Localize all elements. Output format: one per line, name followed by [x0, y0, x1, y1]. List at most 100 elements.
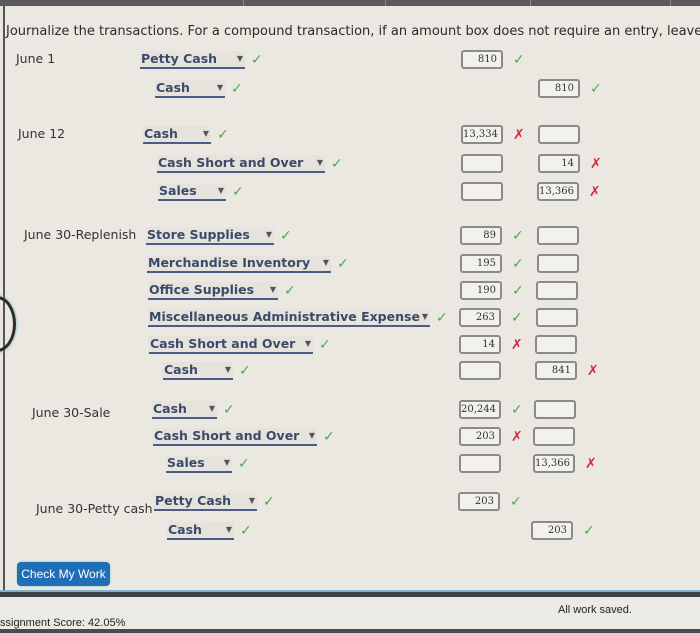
- entry-date: June 30-Petty cash: [36, 501, 153, 516]
- check-icon: ✓: [239, 363, 251, 379]
- debit-input[interactable]: 89: [460, 226, 502, 245]
- debit-input[interactable]: 190: [460, 281, 502, 300]
- chevron-down-icon: ▼: [202, 129, 209, 138]
- x-icon: ✗: [585, 456, 597, 472]
- debit-input[interactable]: [459, 454, 501, 473]
- account-name: Cash Short and Over: [150, 336, 296, 351]
- x-icon: ✗: [511, 429, 523, 445]
- check-icon: ✓: [590, 81, 602, 97]
- entry-date: June 30-Sale: [32, 405, 111, 420]
- check-icon: ✓: [263, 494, 275, 510]
- credit-input[interactable]: [537, 226, 579, 245]
- debit-input[interactable]: 263: [459, 308, 501, 327]
- assignment-score: ssignment Score: 42.05%: [0, 617, 126, 629]
- debit-input[interactable]: 203: [458, 492, 500, 511]
- check-icon: ✓: [512, 283, 524, 299]
- save-status: All work saved.: [558, 604, 632, 616]
- x-icon: ✗: [511, 337, 523, 353]
- check-icon: ✓: [323, 429, 335, 445]
- check-icon: ✓: [583, 523, 595, 539]
- chevron-down-icon: ▼: [236, 54, 243, 63]
- account-dropdown[interactable]: Cash ▼: [155, 80, 225, 98]
- x-icon: ✗: [590, 156, 602, 172]
- account-name: Cash: [156, 80, 190, 95]
- account-dropdown[interactable]: Sales ▼: [158, 183, 226, 201]
- check-icon: ✓: [238, 456, 250, 472]
- account-name: Cash Short and Over: [154, 428, 300, 443]
- account-dropdown[interactable]: Cash Short and Over ▼: [157, 155, 325, 173]
- account-name: Cash: [153, 401, 187, 416]
- account-dropdown[interactable]: Cash ▼: [163, 362, 233, 380]
- check-icon: ✓: [240, 523, 252, 539]
- debit-input[interactable]: 14: [459, 335, 501, 354]
- credit-input[interactable]: [537, 254, 579, 273]
- account-name: Petty Cash: [155, 493, 232, 508]
- credit-input[interactable]: 841: [535, 361, 577, 380]
- account-name: Miscellaneous Administrative Expense: [149, 309, 420, 324]
- check-icon: ✓: [331, 156, 343, 172]
- check-icon: ✓: [231, 81, 243, 97]
- debit-input[interactable]: [459, 361, 501, 380]
- chevron-down-icon: ▼: [421, 312, 428, 321]
- x-icon: ✗: [513, 127, 525, 143]
- account-name: Sales: [159, 183, 197, 198]
- account-dropdown[interactable]: Miscellaneous Administrative Expense ▼: [148, 309, 430, 327]
- credit-input[interactable]: [534, 400, 576, 419]
- check-icon: ✓: [512, 256, 524, 272]
- chevron-down-icon: ▼: [269, 285, 276, 294]
- account-dropdown[interactable]: Cash ▼: [143, 126, 211, 144]
- chevron-down-icon: ▼: [316, 158, 323, 167]
- account-name: Merchandise Inventory: [148, 255, 311, 270]
- chevron-down-icon: ▼: [223, 458, 230, 467]
- entry-date: June 12: [18, 126, 66, 141]
- account-dropdown[interactable]: Office Supplies ▼: [148, 282, 278, 300]
- account-name: Cash Short and Over: [158, 155, 304, 170]
- taskbar-strip: [0, 629, 700, 633]
- account-dropdown[interactable]: Sales ▼: [166, 455, 232, 473]
- check-icon: ✓: [319, 337, 331, 353]
- check-icon: ✓: [512, 228, 524, 244]
- check-icon: ✓: [436, 310, 448, 326]
- debit-input[interactable]: [461, 154, 503, 173]
- credit-input[interactable]: 13,366: [537, 182, 579, 201]
- debit-input[interactable]: 810: [461, 50, 503, 69]
- account-dropdown[interactable]: Petty Cash ▼: [140, 51, 245, 69]
- account-name: Cash: [168, 522, 202, 537]
- credit-input[interactable]: 13,366: [533, 454, 575, 473]
- account-dropdown[interactable]: Merchandise Inventory ▼: [147, 255, 331, 273]
- credit-input[interactable]: 203: [531, 521, 573, 540]
- check-icon: ✓: [280, 228, 292, 244]
- credit-input[interactable]: [535, 335, 577, 354]
- account-name: Store Supplies: [147, 227, 250, 242]
- credit-input[interactable]: [538, 125, 580, 144]
- chevron-down-icon: ▼: [216, 83, 223, 92]
- account-dropdown[interactable]: Cash Short and Over ▼: [153, 428, 317, 446]
- credit-input[interactable]: 810: [538, 79, 580, 98]
- credit-input[interactable]: [536, 308, 578, 327]
- check-icon: ✓: [251, 52, 263, 68]
- account-dropdown[interactable]: Cash ▼: [167, 522, 234, 540]
- account-dropdown[interactable]: Cash Short and Over ▼: [149, 336, 313, 354]
- check-icon: ✓: [232, 184, 244, 200]
- check-icon: ✓: [513, 52, 525, 68]
- debit-input[interactable]: 13,334: [461, 125, 503, 144]
- account-dropdown[interactable]: Petty Cash ▼: [154, 493, 257, 511]
- check-icon: ✓: [223, 402, 235, 418]
- check-my-work-button[interactable]: Check My Work: [17, 562, 110, 586]
- entry-date: June 1: [16, 51, 56, 66]
- debit-input[interactable]: 203: [459, 427, 501, 446]
- check-icon: ✓: [337, 256, 349, 272]
- credit-input[interactable]: [536, 281, 578, 300]
- debit-input[interactable]: [461, 182, 503, 201]
- debit-input[interactable]: 195: [460, 254, 502, 273]
- account-dropdown[interactable]: Store Supplies ▼: [146, 227, 274, 245]
- debit-input[interactable]: 20,244: [459, 400, 501, 419]
- account-dropdown[interactable]: Cash ▼: [152, 401, 217, 419]
- chevron-down-icon: ▼: [322, 258, 329, 267]
- check-icon: ✓: [511, 402, 523, 418]
- credit-input[interactable]: 14: [538, 154, 580, 173]
- x-icon: ✗: [587, 363, 599, 379]
- credit-input[interactable]: [533, 427, 575, 446]
- check-icon: ✓: [284, 283, 296, 299]
- check-icon: ✓: [511, 310, 523, 326]
